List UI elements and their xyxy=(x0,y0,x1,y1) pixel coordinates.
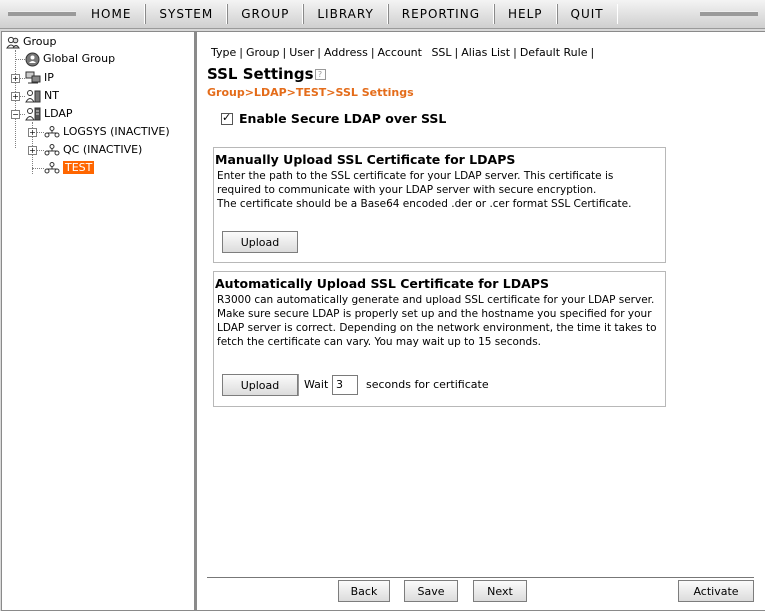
menu-library[interactable]: LIBRARY xyxy=(303,4,388,24)
page-title-text: SSL Settings xyxy=(207,65,314,83)
users-group-icon xyxy=(6,36,20,48)
auto-upload-description: R3000 can automatically generate and upl… xyxy=(214,291,665,349)
users-server-icon xyxy=(25,90,41,103)
tab-strip: Type | Group | User | Address | Account SSL | Alia… xyxy=(211,46,597,59)
manual-desc-line: Enter the path to the SSL certificate fo… xyxy=(217,170,614,182)
tree-node-group[interactable]: Group xyxy=(6,34,57,50)
tree-node-qc[interactable]: QC (INACTIVE) xyxy=(44,142,142,158)
org-unit-icon xyxy=(44,144,60,156)
menu-home[interactable]: HOME xyxy=(78,4,146,24)
tab-divider: | xyxy=(239,46,243,59)
tab-address[interactable]: Address xyxy=(324,46,368,59)
tree-connector xyxy=(15,59,25,60)
auto-upload-button[interactable]: Upload xyxy=(222,374,298,396)
wait-label: Wait xyxy=(304,378,329,391)
menu-bar-right-ornament xyxy=(700,11,758,16)
tree-label: Global Group xyxy=(43,52,116,65)
tree-label: QC (INACTIVE) xyxy=(63,143,143,156)
tree-node-ip[interactable]: IP xyxy=(25,70,54,86)
tree-connector xyxy=(36,150,44,151)
ldap-server-icon xyxy=(25,107,41,121)
tree-label-selected: TEST xyxy=(63,161,95,174)
tab-divider: | xyxy=(370,46,375,59)
auto-desc-line: R3000 can automatically generate and upl… xyxy=(217,294,655,306)
collapse-toggle-ldap[interactable]: − xyxy=(11,110,20,119)
enable-ssl-label: Enable Secure LDAP over SSL xyxy=(239,111,447,126)
next-button[interactable]: Next xyxy=(473,580,527,602)
footer-divider xyxy=(207,577,754,578)
menu-bar-left-ornament xyxy=(8,11,76,16)
tree-node-nt[interactable]: NT xyxy=(25,88,59,104)
wait-seconds-input[interactable]: 3 xyxy=(332,375,358,395)
tab-divider: | xyxy=(317,46,321,59)
top-menu-bar: HOME SYSTEM GROUP LIBRARY REPORTING HELP… xyxy=(0,0,765,29)
expand-toggle-nt[interactable]: + xyxy=(11,92,20,101)
enable-ssl-checkbox[interactable] xyxy=(221,111,233,125)
auto-desc-line: fetch the certificate can vary. You may … xyxy=(217,336,542,348)
tree-label: NT xyxy=(44,89,59,102)
auto-upload-heading: Automatically Upload SSL Certificate for… xyxy=(215,276,549,291)
tab-ssl[interactable]: SSL xyxy=(431,46,451,59)
menu-group[interactable]: GROUP xyxy=(227,4,304,24)
content-panel: Type | Group | User | Address | Account SSL | Alia… xyxy=(196,31,765,611)
manual-upload-heading: Manually Upload SSL Certificate for LDAP… xyxy=(215,152,516,167)
auto-desc-line: LDAP server is correct. Depending on the… xyxy=(217,322,657,334)
auto-upload-section: Automatically Upload SSL Certificate for… xyxy=(213,271,666,407)
main-menu: HOME SYSTEM GROUP LIBRARY REPORTING HELP… xyxy=(78,4,618,24)
menu-reporting[interactable]: REPORTING xyxy=(387,4,494,24)
tab-default-rule[interactable]: Default Rule xyxy=(520,46,588,59)
page-title: SSL Settings? xyxy=(207,65,326,83)
manual-upload-section: Manually Upload SSL Certificate for LDAP… xyxy=(213,147,666,263)
tree-label: LOGSYS (INACTIVE) xyxy=(63,125,170,138)
help-icon[interactable]: ? xyxy=(314,69,326,80)
group-tree-panel: Group Global Group + IP + NT − LDAP + LO… xyxy=(1,31,196,611)
tab-group[interactable]: Group xyxy=(246,46,280,59)
tab-alias-list[interactable]: Alias List xyxy=(461,46,510,59)
menu-quit[interactable]: QUIT xyxy=(556,4,618,24)
tree-label: IP xyxy=(44,71,54,84)
tree-connector xyxy=(32,168,44,169)
tab-divider: | xyxy=(513,46,517,59)
menu-system[interactable]: SYSTEM xyxy=(145,4,228,24)
activate-button[interactable]: Activate xyxy=(678,580,754,602)
expand-toggle-logsys[interactable]: + xyxy=(28,128,37,137)
auto-desc-line: Make sure secure LDAP is properly set up… xyxy=(217,308,652,320)
wait-seconds-label: seconds for certificate xyxy=(366,378,489,391)
tree-node-ldap[interactable]: LDAP xyxy=(25,106,73,122)
save-button[interactable]: Save xyxy=(404,580,458,602)
tab-account[interactable]: Account xyxy=(378,46,422,59)
breadcrumb: Group>LDAP>TEST>SSL Settings xyxy=(207,86,414,99)
tree-label: LDAP xyxy=(44,107,73,120)
tree-connector xyxy=(36,132,44,133)
org-unit-icon xyxy=(44,126,60,138)
tab-divider: | xyxy=(590,46,595,59)
wait-divider xyxy=(298,374,299,396)
tree-node-logsys[interactable]: LOGSYS (INACTIVE) xyxy=(44,124,170,140)
manual-upload-description: Enter the path to the SSL certificate fo… xyxy=(214,167,665,211)
manual-upload-button[interactable]: Upload xyxy=(222,231,298,253)
expand-toggle-qc[interactable]: + xyxy=(28,146,37,155)
enable-ssl-row: Enable Secure LDAP over SSL xyxy=(221,111,446,126)
tab-type[interactable]: Type xyxy=(211,46,236,59)
tab-user[interactable]: User xyxy=(289,46,314,59)
org-unit-icon xyxy=(44,162,60,174)
manual-desc-line: The certificate should be a Base64 encod… xyxy=(217,198,632,210)
menu-help[interactable]: HELP xyxy=(494,4,557,24)
tab-divider: | xyxy=(454,46,459,59)
tab-divider: | xyxy=(282,46,287,59)
expand-toggle-ip[interactable]: + xyxy=(11,74,20,83)
network-computer-icon xyxy=(25,71,41,84)
tree-node-global-group[interactable]: Global Group xyxy=(25,51,115,67)
manual-desc-line: required to communicate with your LDAP s… xyxy=(217,184,597,196)
tree-node-test[interactable]: TEST xyxy=(44,160,95,176)
tree-label: Group xyxy=(23,35,57,48)
globe-user-icon xyxy=(25,52,40,66)
back-button[interactable]: Back xyxy=(338,580,390,602)
